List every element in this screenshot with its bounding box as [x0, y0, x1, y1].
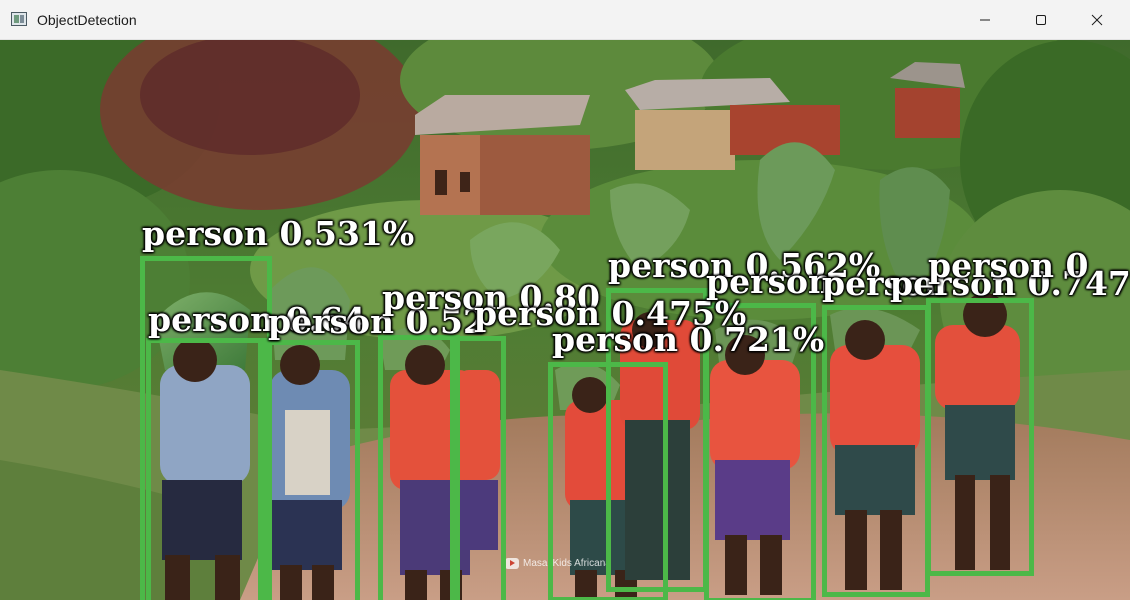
detection-label: person: [706, 262, 833, 301]
close-button[interactable]: [1074, 0, 1120, 40]
detection-label: person 0.721%: [552, 320, 825, 359]
video-frame: Masai Kids Africana person 0.531% person…: [0, 40, 1130, 600]
video-play-icon: [505, 557, 519, 569]
detection-box: [258, 340, 360, 600]
app-icon: [11, 12, 27, 26]
detection-box: [822, 305, 930, 597]
title-bar[interactable]: ObjectDetection: [0, 0, 1130, 40]
detection-box: [450, 336, 506, 600]
detection-label: person 0.531%: [142, 214, 415, 253]
detection-box: [146, 338, 268, 600]
detection-box: [926, 298, 1034, 576]
close-icon: [1091, 14, 1103, 26]
minimize-icon: [980, 19, 990, 21]
maximize-icon: [1036, 15, 1046, 25]
minimize-button[interactable]: [962, 0, 1008, 40]
detection-box: [378, 335, 460, 600]
window-title: ObjectDetection: [37, 12, 137, 28]
maximize-button[interactable]: [1018, 0, 1064, 40]
detection-label: person 0: [928, 246, 1089, 285]
